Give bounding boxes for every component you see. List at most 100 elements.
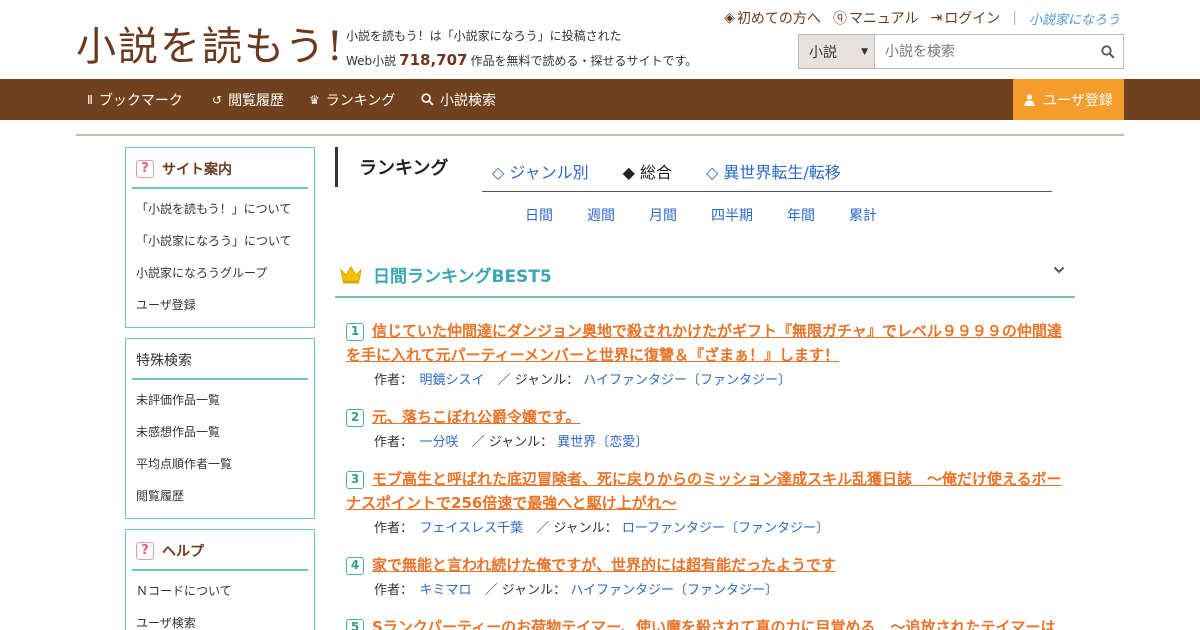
tagline-line2: Web小説 718,707 作品を無料で読める・探せるサイトです。 [346,48,697,73]
sidebar-item-narou-group[interactable]: 小説家になろうグループ [126,257,314,289]
tab-genre[interactable]: ◇ ジャンル別 [492,159,589,183]
top-links: ◈ 初めての方へ ⓠ マニュアル ⇥ ログイン | 小説家になろう [724,8,1120,28]
entry-author[interactable]: フェイスレス千葉 [420,521,524,536]
best5-title: 日間ランキングBEST5 [373,266,552,287]
register-button[interactable]: ユーザ登録 [1013,79,1124,120]
first-time-label: 初めての方へ [736,11,821,27]
best5-header[interactable]: 日間ランキングBEST5 [335,252,1075,298]
period-quarterly[interactable]: 四半期 [711,205,753,225]
help-title-label: ヘルプ [162,543,204,560]
tagline-suffix: 作品を無料で読める・探せるサイトです。 [470,54,698,68]
sidebar-item-history[interactable]: 閲覧履歴 [126,480,314,512]
meta-sep: ／ [536,521,550,536]
entry-meta: 作者： フェイスレス千葉 ／ ジャンル： ローファンタジー〔ファンタジー〕 [346,517,1066,536]
entry-genre[interactable]: ハイファンタジー〔ファンタジー〕 [583,373,791,388]
author-label: 作者： [374,521,407,536]
search-icon [1101,44,1115,59]
nav-search-label: 小説検索 [440,92,496,109]
manual-link[interactable]: ⓠ マニュアル [833,8,919,28]
divider: | [1012,10,1017,26]
login-label: ログイン [944,11,1001,27]
entry-title: 元、落ちこぼれ公爵令嬢です。 [372,408,581,426]
sidebar-item-ncode[interactable]: Ｎコードについて [126,575,314,607]
entry-genre[interactable]: 異世界〔恋愛〕 [557,435,648,450]
tab-isekai[interactable]: ◇ 異世界転生/転移 [706,159,841,183]
search-icon [421,93,434,106]
ranking-tabs: ◇ ジャンル別 ◆ 総合 ◇ 異世界転生/転移 [482,150,1052,192]
entry-title-link[interactable]: 2 元、落ちこぼれ公爵令嬢です。 [346,405,1066,429]
entry-title-link[interactable]: 1 信じていた仲間達にダンジョン奥地で殺されかけたがギフト『無限ガチャ』でレベル９… [346,319,1066,367]
chevron-down-icon[interactable] [1053,264,1065,276]
special-search-list: 未評価作品一覧 未感想作品一覧 平均点順作者一覧 閲覧履歴 [126,380,314,518]
question-icon: ? [136,541,154,560]
login-icon: ⇥ [930,10,943,26]
caret-down-icon: ▼ [861,46,868,57]
tagline-line1: 小説を読もう！は「小説家になろう」に投稿された [346,29,622,43]
site-guide-title-label: サイト案内 [162,161,232,178]
tab-overall[interactable]: ◆ 総合 [623,159,672,183]
site-logo[interactable]: 小説を読もう! [76,14,345,72]
login-link[interactable]: ⇥ ログイン [931,8,1001,28]
rank-badge: 3 [346,471,364,489]
genre-label: ジャンル： [514,373,580,388]
entry-author[interactable]: 一分咲 [420,435,459,450]
search-category-select[interactable]: 小説 ▼ [799,35,875,68]
period-yearly[interactable]: 年間 [787,205,815,225]
register-label: ユーザ登録 [1043,92,1113,109]
nav-history-label: 閲覧履歴 [228,92,285,109]
ranking-entry: 1 信じていた仲間達にダンジョン奥地で殺されかけたがギフト『無限ガチャ』でレベル９… [346,319,1066,388]
nav-ranking[interactable]: ♛ ランキング [309,79,395,120]
rank-badge: 2 [346,409,364,427]
search-button[interactable] [1093,35,1123,68]
nav-ranking-label: ランキング [325,92,396,109]
entry-author[interactable]: キミマロ [420,583,472,598]
site-header: 小説を読もう! 小説を読もう！は「小説家になろう」に投稿された Web小説 718… [0,0,1200,79]
help-list: Ｎコードについて ユーザ検索 [126,571,314,630]
entry-genre[interactable]: ハイファンタジー〔ファンタジー〕 [570,583,778,598]
sidebar-item-unrated[interactable]: 未評価作品一覧 [126,384,314,416]
shield-icon: ◈ [724,10,735,26]
site-tagline: 小説を読もう！は「小説家になろう」に投稿された Web小説 718,707 作品を無… [346,24,697,73]
sidebar-item-user-search[interactable]: ユーザ検索 [126,607,314,630]
narou-logo-link[interactable]: 小説家になろう [1029,9,1120,28]
nav-bookmark[interactable]: Ⅱ ブックマーク [87,79,183,120]
crown-icon: ♛ [309,92,320,107]
entry-title: 信じていた仲間達にダンジョン奥地で殺されかけたがギフト『無限ガチャ』でレベル９９… [346,322,1062,364]
entry-title-link[interactable]: 5 Sランクパーティーのお荷物テイマー、使い魔を殺されて真の力に目覚める ～追放さ… [346,615,1066,630]
period-daily[interactable]: 日間 [525,205,553,225]
entry-meta: 作者： 一分咲 ／ ジャンル： 異世界〔恋愛〕 [346,431,1066,450]
entry-title-link[interactable]: 4 家で無能と言われ続けた俺ですが、世界的には超有能だったようです [346,553,1066,577]
ranking-entry: 3 モブ高生と呼ばれた底辺冒険者、死に戻りからのミッション達成スキル乱獲日誌 ～俺… [346,467,1066,536]
sidebar-item-avg-authors[interactable]: 平均点順作者一覧 [126,448,314,480]
site-guide-list: 「小説を読もう！」について 「小説家になろう」について 小説家になろうグループ … [126,189,314,327]
sidebar-special-search: 特殊検索 未評価作品一覧 未感想作品一覧 平均点順作者一覧 閲覧履歴 [125,338,315,519]
sidebar-item-about-yomou[interactable]: 「小説を読もう！」について [126,193,314,225]
first-time-link[interactable]: ◈ 初めての方へ [724,8,821,28]
sidebar-item-no-review[interactable]: 未感想作品一覧 [126,416,314,448]
entry-title: モブ高生と呼ばれた底辺冒険者、死に戻りからのミッション達成スキル乱獲日誌 ～俺だ… [346,470,1062,512]
search-input[interactable] [875,35,1093,68]
entry-title: 家で無能と言われ続けた俺ですが、世界的には超有能だったようです [372,556,836,574]
tagline-prefix: Web小説 [346,54,397,68]
entry-title-link[interactable]: 3 モブ高生と呼ばれた底辺冒険者、死に戻りからのミッション達成スキル乱獲日誌 ～俺… [346,467,1066,515]
search-bar: 小説 ▼ [798,34,1124,69]
period-weekly[interactable]: 週間 [587,205,615,225]
entry-title: Sランクパーティーのお荷物テイマー、使い魔を殺されて真の力に目覚める ～追放され… [372,618,1056,630]
period-monthly[interactable]: 月間 [649,205,677,225]
search-category-value: 小説 [809,44,837,61]
period-total[interactable]: 累計 [849,205,877,225]
period-links: 日間 週間 月間 四半期 年間 累計 [525,205,911,225]
nav-bookmark-label: ブックマーク [98,92,183,109]
manual-label: マニュアル [848,11,919,27]
sidebar-item-register[interactable]: ユーザ登録 [126,289,314,321]
nav-search[interactable]: 小説検索 [421,79,496,120]
sidebar-item-about-narou[interactable]: 「小説家になろう」について [126,225,314,257]
entry-author[interactable]: 明鏡シスイ [420,373,485,388]
entry-genre[interactable]: ローファンタジー〔ファンタジー〕 [622,521,829,536]
nav-history[interactable]: ↺ 閲覧履歴 [212,79,284,120]
ranking-entry: 4 家で無能と言われ続けた俺ですが、世界的には超有能だったようです 作者： キミマ… [346,553,1066,598]
entry-meta: 作者： 明鏡シスイ ／ ジャンル： ハイファンタジー〔ファンタジー〕 [346,369,1066,388]
special-search-title: 特殊検索 [132,347,308,380]
sidebar-site-guide: ? サイト案内 「小説を読もう！」について 「小説家になろう」について 小説家にな… [125,147,315,328]
rank-badge: 5 [346,619,364,630]
